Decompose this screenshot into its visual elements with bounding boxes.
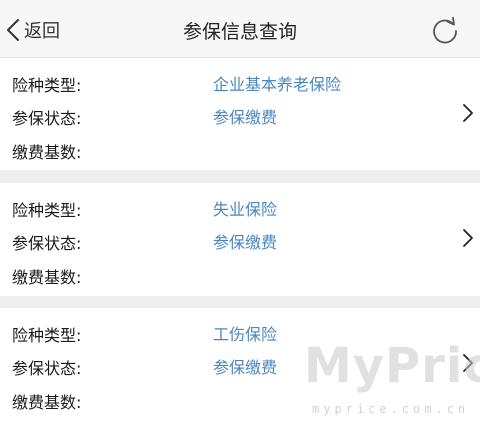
section-separator [0, 296, 480, 308]
insurance-type-value: 工伤保险 [213, 325, 278, 344]
status-label: 参保状态: [12, 359, 82, 378]
insurance-type-label: 险种类型: [12, 76, 82, 95]
navigation-bar: 返回 参保信息查询 [0, 0, 480, 58]
chevron-right-icon [462, 228, 474, 248]
payment-base-row: 缴费基数: [0, 385, 480, 415]
chevron-right-icon [462, 353, 474, 373]
insurance-type-value: 失业保险 [213, 200, 278, 219]
insurance-type-value: 企业基本养老保险 [213, 75, 342, 94]
status-row: 参保状态: 参保缴费 [0, 101, 480, 131]
status-value: 参保缴费 [213, 233, 278, 252]
insurance-record-card[interactable]: 险种类型: 企业基本养老保险 参保状态: 参保缴费 缴费基数: [0, 58, 480, 170]
payment-base-row: 缴费基数: [0, 260, 480, 290]
payment-base-label: 缴费基数: [12, 268, 82, 287]
insurance-record-card[interactable]: 险种类型: 工伤保险 参保状态: 参保缴费 缴费基数: [0, 308, 480, 421]
payment-base-label: 缴费基数: [12, 143, 82, 162]
status-row: 参保状态: 参保缴费 [0, 351, 480, 381]
insurance-type-row: 险种类型: 工伤保险 [0, 318, 480, 348]
insurance-type-label: 险种类型: [12, 326, 82, 345]
page-title: 参保信息查询 [182, 21, 297, 43]
insurance-type-row: 险种类型: 企业基本养老保险 [0, 68, 480, 98]
payment-base-label: 缴费基数: [12, 393, 82, 412]
chevron-left-icon [6, 18, 20, 42]
status-row: 参保状态: 参保缴费 [0, 226, 480, 256]
payment-base-row: 缴费基数: [0, 135, 480, 165]
refresh-button[interactable] [430, 16, 460, 46]
chevron-right-icon [462, 103, 474, 123]
status-value: 参保缴费 [213, 358, 278, 377]
insurance-type-row: 险种类型: 失业保险 [0, 193, 480, 223]
insurance-type-label: 险种类型: [12, 201, 82, 220]
back-label: 返回 [24, 21, 60, 42]
back-button[interactable]: 返回 [6, 14, 60, 46]
status-value: 参保缴费 [213, 108, 278, 127]
section-separator [0, 170, 480, 183]
insurance-info-page: 返回 参保信息查询 险种类型: 企业基本养老保险 参保状态: 参保缴费 缴费基数… [0, 0, 480, 421]
insurance-record-card[interactable]: 险种类型: 失业保险 参保状态: 参保缴费 缴费基数: [0, 183, 480, 296]
status-label: 参保状态: [12, 234, 82, 253]
status-label: 参保状态: [12, 109, 82, 128]
refresh-icon [430, 16, 460, 46]
